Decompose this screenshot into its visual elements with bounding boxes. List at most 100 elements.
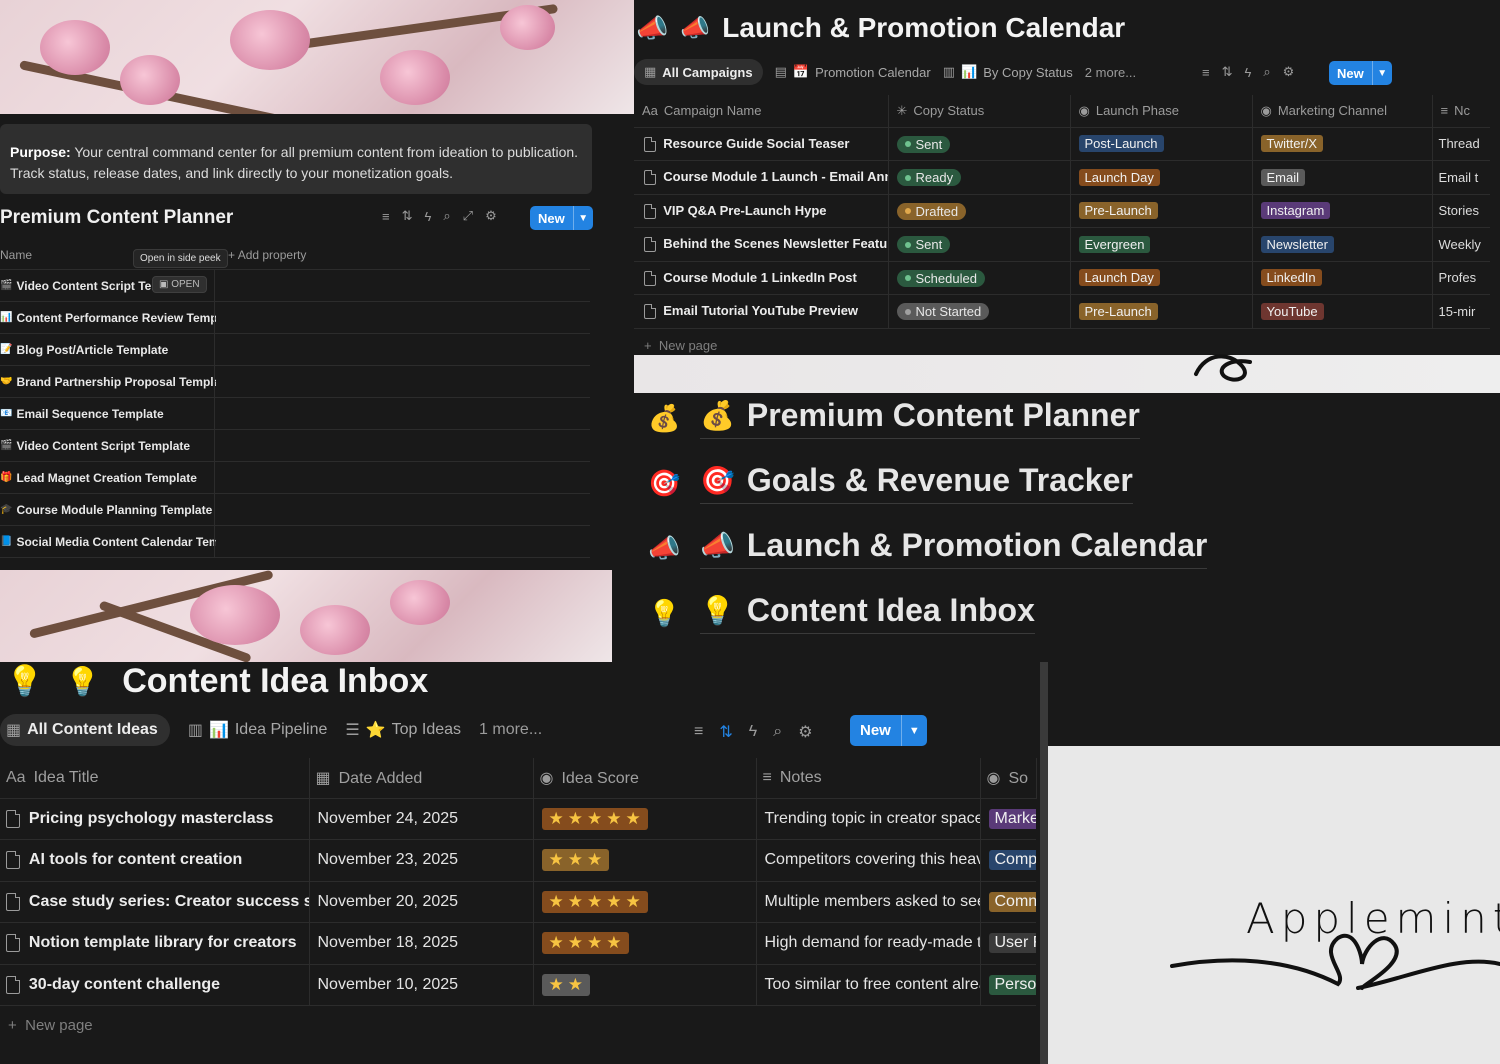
sort-icon[interactable]: ⇅ <box>719 722 732 742</box>
channel-tag[interactable]: Newsletter <box>1260 235 1334 253</box>
source-tag[interactable]: Comn <box>988 891 1036 912</box>
table-row[interactable]: Email Tutorial YouTube Preview Not Starte… <box>634 294 1490 329</box>
copy-status-badge[interactable]: Drafted <box>896 202 967 220</box>
sort-icon[interactable]: ⇅ <box>402 208 413 224</box>
column-header[interactable]: ◉ Launch Phase <box>1070 95 1253 128</box>
page-link[interactable]: 🎯 🎯 Goals & Revenue Tracker <box>648 458 1133 508</box>
copy-status-badge[interactable]: Sent <box>896 236 951 253</box>
launch-phase-tag[interactable]: Pre-Launch <box>1078 302 1158 320</box>
inbox-new-button[interactable]: New ▼ <box>850 715 927 746</box>
automation-icon[interactable]: ϟ <box>425 209 432 224</box>
channel-tag[interactable]: Instagram <box>1260 202 1331 220</box>
filter-icon[interactable]: ≡ <box>694 723 703 741</box>
settings-icon[interactable]: ⚙ <box>485 208 497 224</box>
planner-new-button[interactable]: New ▼ <box>530 206 593 230</box>
planner-row[interactable]: 🎬 Video Content Script Template <box>0 430 590 462</box>
open-side-peek-button[interactable]: ▣ OPEN <box>152 276 207 293</box>
table-row[interactable]: VIP Q&A Pre-Launch Hype Drafted Pre-Launch… <box>634 194 1490 228</box>
copy-status-badge[interactable]: Ready <box>896 169 962 186</box>
planner-row[interactable]: 🎁 Lead Magnet Creation Template <box>0 462 590 494</box>
chevron-down-icon[interactable]: ▼ <box>572 206 593 230</box>
column-header[interactable]: ◉ Idea Score <box>533 758 757 799</box>
page-link[interactable]: 📣 📣 Launch & Promotion Calendar <box>648 523 1208 573</box>
planner-row[interactable]: 📝 Blog Post/Article Template <box>0 334 590 366</box>
copy-status-badge[interactable]: Sent <box>896 135 951 153</box>
table-row[interactable]: Course Module 1 LinkedIn Post Scheduled La… <box>634 261 1490 295</box>
planner-row[interactable]: 🎓 Course Module Planning Template <box>0 494 590 526</box>
filter-icon[interactable]: ≡ <box>1202 65 1210 80</box>
launch-phase-tag[interactable]: Launch Day <box>1078 168 1160 186</box>
name-column-header[interactable]: Name <box>0 248 32 262</box>
table-row[interactable]: Pricing psychology masterclass November 2… <box>0 798 1036 840</box>
automation-icon[interactable]: ϟ <box>1245 65 1252 80</box>
planner-title[interactable]: Premium Content Planner <box>0 207 233 229</box>
launch-title[interactable]: Launch & Promotion Calendar <box>722 12 1125 44</box>
table-row[interactable]: 30-day content challenge November 10, 202… <box>0 964 1036 1006</box>
tab-by-copy-status[interactable]: ▥ 📊 By Copy Status <box>943 64 1073 80</box>
launch-phase-tag[interactable]: Evergreen <box>1078 235 1151 253</box>
column-header[interactable]: ✳ Copy Status <box>888 95 1071 128</box>
column-header[interactable]: Aa Idea Title <box>0 758 310 799</box>
planner-row[interactable]: 🤝 Brand Partnership Proposal Template <box>0 366 590 398</box>
launch-new-button[interactable]: New ▼ <box>1329 61 1392 85</box>
table-row[interactable]: Case study series: Creator success stori… <box>0 881 1036 923</box>
idea-score-badge[interactable]: ★ ★ <box>541 973 590 996</box>
idea-score-badge[interactable]: ★ ★ ★ <box>541 849 610 872</box>
page-link[interactable]: 💡 💡 Content Idea Inbox <box>648 588 1035 638</box>
column-header[interactable]: ◉ So <box>980 758 1037 799</box>
planner-row[interactable]: 🎬 Video Content Script Ter ▣ OPEN <box>0 270 590 302</box>
table-row[interactable]: Course Module 1 Launch - Email Annou Read… <box>634 160 1490 195</box>
settings-icon[interactable]: ⚙ <box>798 722 812 742</box>
inbox-new-page-button[interactable]: + New page <box>8 1017 93 1034</box>
chevron-down-icon[interactable]: ▼ <box>1371 61 1392 85</box>
planner-row[interactable]: 📊 Content Performance Review Templa <box>0 302 590 334</box>
column-header[interactable]: ≡ Notes <box>756 758 981 799</box>
add-property-button[interactable]: + Add property <box>228 248 306 262</box>
planner-row[interactable]: 📘 Social Media Content Calendar Temp <box>0 526 590 558</box>
launch-phase-tag[interactable]: Post-Launch <box>1078 135 1164 153</box>
more-views-button[interactable]: 1 more... <box>479 721 542 739</box>
column-header[interactable]: ▦ Date Added <box>309 758 534 799</box>
tab-top-ideas[interactable]: ☰ ⭐ Top Ideas <box>345 720 461 740</box>
tab-all-content-ideas[interactable]: ▦ All Content Ideas <box>0 714 170 746</box>
page-link[interactable]: 💰 💰 Premium Content Planner <box>648 393 1140 443</box>
expand-icon[interactable]: ⤢ <box>463 208 473 224</box>
launch-phase-tag[interactable]: Pre-Launch <box>1078 202 1158 220</box>
chevron-down-icon[interactable]: ▼ <box>900 715 927 746</box>
search-icon[interactable]: ⌕ <box>1263 64 1270 80</box>
copy-status-badge[interactable]: Scheduled <box>896 269 985 287</box>
tab-all-campaigns[interactable]: ▦ All Campaigns <box>634 59 763 85</box>
channel-tag[interactable]: YouTube <box>1260 302 1324 320</box>
column-header[interactable]: Aa Campaign Name <box>634 95 889 128</box>
search-icon[interactable]: ⌕ <box>773 723 782 741</box>
more-views-button[interactable]: 2 more... <box>1085 65 1136 80</box>
tab-promotion-calendar[interactable]: ▤ 📅 Promotion Calendar <box>775 64 931 80</box>
planner-row[interactable]: 📧 Email Sequence Template <box>0 398 590 430</box>
scrollbar[interactable] <box>1040 662 1048 1064</box>
column-header[interactable]: ◉ Marketing Channel <box>1252 95 1433 128</box>
automation-icon[interactable]: ϟ <box>749 723 757 741</box>
table-row[interactable]: Notion template library for creators Nove… <box>0 922 1036 965</box>
idea-score-badge[interactable]: ★ ★ ★ ★ ★ <box>541 807 648 830</box>
search-icon[interactable]: ⌕ <box>443 208 450 224</box>
source-tag[interactable]: Comp <box>988 850 1036 871</box>
filter-icon[interactable]: ≡ <box>382 209 390 224</box>
column-header[interactable]: ≡ Nc <box>1432 95 1490 128</box>
source-tag[interactable]: Perso <box>988 974 1036 995</box>
settings-icon[interactable]: ⚙ <box>1283 64 1295 80</box>
channel-tag[interactable]: LinkedIn <box>1260 269 1322 287</box>
launch-new-page-button[interactable]: + New page <box>644 338 717 353</box>
channel-tag[interactable]: Twitter/X <box>1260 135 1324 153</box>
sort-icon[interactable]: ⇅ <box>1222 64 1233 80</box>
channel-tag[interactable]: Email <box>1260 168 1306 186</box>
table-row[interactable]: AI tools for content creation November 23… <box>0 839 1036 882</box>
source-tag[interactable]: User F <box>988 933 1036 954</box>
tab-idea-pipeline[interactable]: ▥ 📊 Idea Pipeline <box>188 720 328 740</box>
source-tag[interactable]: Marke <box>988 808 1036 829</box>
idea-score-badge[interactable]: ★ ★ ★ ★ ★ <box>541 890 648 913</box>
table-row[interactable]: Resource Guide Social Teaser Sent Post-Lau… <box>634 127 1490 161</box>
launch-phase-tag[interactable]: Launch Day <box>1078 269 1160 287</box>
table-row[interactable]: Behind the Scenes Newsletter Feature Sent… <box>634 227 1490 262</box>
copy-status-badge[interactable]: Not Started <box>896 303 990 320</box>
idea-score-badge[interactable]: ★ ★ ★ ★ <box>541 932 629 955</box>
